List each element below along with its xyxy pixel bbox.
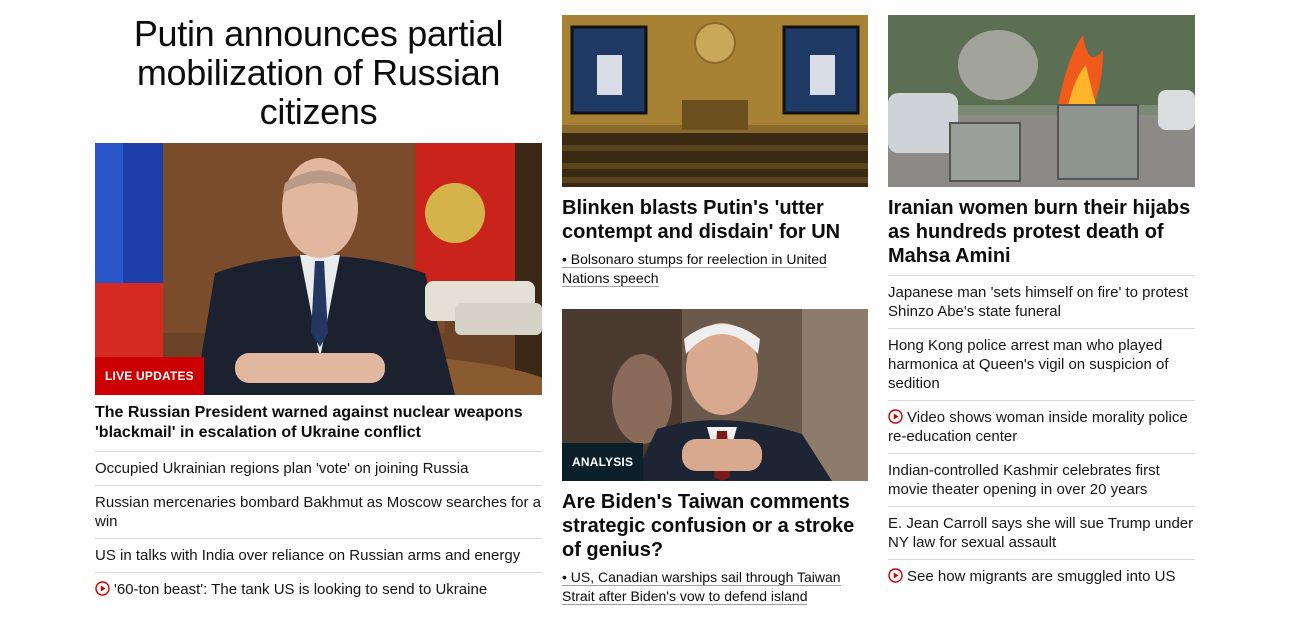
third-column: Iranian women burn their hijabs as hundr… [888, 0, 1195, 593]
un-assembly-photo[interactable] [562, 15, 868, 187]
list-item[interactable]: Indian-controlled Kashmir celebrates fir… [888, 454, 1195, 507]
secondary-column: Blinken blasts Putin's 'utter contempt a… [562, 0, 868, 606]
list-item[interactable]: E. Jean Carroll says she will sue Trump … [888, 507, 1195, 560]
world-list: Japanese man 'sets himself on fire' to p… [888, 276, 1195, 593]
list-item-video[interactable]: Video shows woman inside morality police… [888, 401, 1195, 454]
iran-protest-image [888, 15, 1195, 187]
live-updates-badge[interactable]: LIVE UPDATES [95, 357, 204, 395]
sublink-label: • Bolsonaro stumps for reelection in Uni… [562, 251, 827, 287]
list-item[interactable]: Hong Kong police arrest man who played h… [888, 329, 1195, 401]
list-item[interactable]: Occupied Ukrainian regions plan 'vote' o… [95, 452, 542, 486]
list-item-label: Video shows woman inside morality police… [888, 409, 1188, 445]
play-icon [95, 581, 110, 596]
list-item[interactable]: Japanese man 'sets himself on fire' to p… [888, 276, 1195, 329]
hero-headline[interactable]: Putin announces partial mobilization of … [95, 14, 542, 131]
blinken-headline[interactable]: Blinken blasts Putin's 'utter contempt a… [562, 196, 868, 244]
warships-link[interactable]: • US, Canadian warships sail through Tai… [562, 568, 868, 606]
list-item-video[interactable]: '60-ton beast': The tank US is looking t… [95, 573, 542, 606]
analysis-badge[interactable]: ANALYSIS [562, 443, 644, 481]
list-item-label: See how migrants are smuggled into US [907, 568, 1176, 585]
iran-protest-photo[interactable] [888, 15, 1195, 187]
play-icon [888, 409, 903, 424]
list-item-video[interactable]: See how migrants are smuggled into US [888, 560, 1195, 593]
main-story-column: Putin announces partial mobilization of … [95, 0, 542, 606]
bolsonaro-link[interactable]: • Bolsonaro stumps for reelection in Uni… [562, 250, 868, 288]
biden-photo[interactable]: ANALYSIS [562, 309, 868, 481]
lead-summary[interactable]: The Russian President warned against nuc… [95, 403, 542, 452]
list-item[interactable]: US in talks with India over reliance on … [95, 539, 542, 573]
iran-headline[interactable]: Iranian women burn their hijabs as hundr… [888, 196, 1195, 276]
play-icon [888, 568, 903, 583]
putin-photo[interactable]: LIVE UPDATES [95, 143, 542, 395]
related-list: Occupied Ukrainian regions plan 'vote' o… [95, 452, 542, 606]
biden-headline[interactable]: Are Biden's Taiwan comments strategic co… [562, 490, 868, 562]
un-assembly-image [562, 15, 868, 187]
list-item[interactable]: Russian mercenaries bombard Bakhmut as M… [95, 486, 542, 539]
list-item-label: '60-ton beast': The tank US is looking t… [114, 581, 488, 598]
sublink-label: • US, Canadian warships sail through Tai… [562, 569, 841, 605]
